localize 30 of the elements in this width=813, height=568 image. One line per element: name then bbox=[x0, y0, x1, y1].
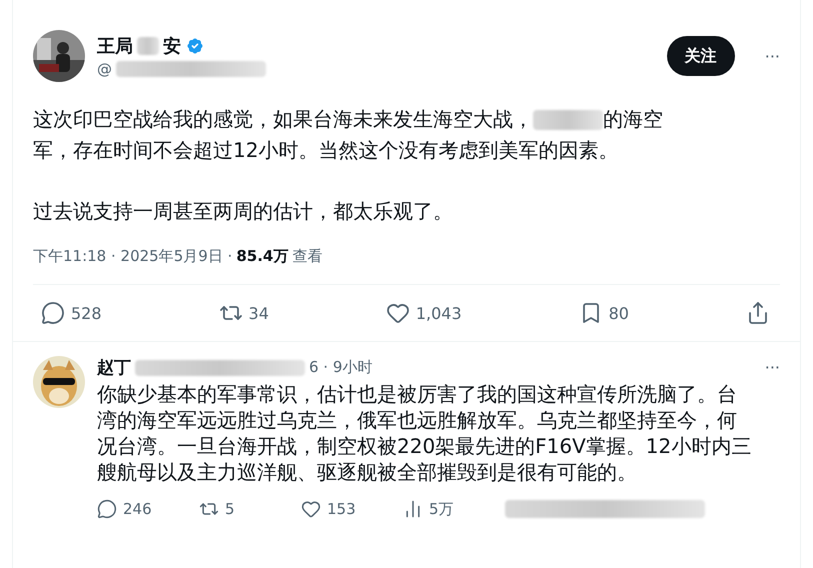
like-button[interactable]: 153 bbox=[301, 499, 356, 519]
post-text: 军，存在时间不会超过12小时。当然这个没有考虑到美军的因素。 bbox=[33, 137, 620, 164]
heart-icon bbox=[386, 301, 410, 325]
comment-icon bbox=[97, 499, 117, 519]
reply-button[interactable]: 246 bbox=[97, 499, 152, 519]
like-button[interactable]: 1,043 bbox=[386, 301, 462, 325]
view-count: 85.4万 bbox=[236, 247, 288, 266]
views-label: 查看 bbox=[292, 247, 322, 266]
reply-button[interactable]: 528 bbox=[41, 301, 102, 325]
bookmark-button[interactable]: 80 bbox=[578, 301, 629, 325]
views-button[interactable]: 5万 bbox=[403, 499, 454, 519]
post-time: 下午11:18 · 2025年5月9日 · bbox=[33, 247, 232, 266]
repost-button[interactable]: 5 bbox=[199, 499, 235, 519]
user-name: 王局 bbox=[97, 35, 133, 58]
post-text: 过去说支持一周甚至两周的估计，都太乐观了。 bbox=[33, 198, 454, 225]
user-name: 赵丁 bbox=[97, 357, 131, 379]
user-handle: @ bbox=[97, 60, 112, 78]
comment-icon bbox=[41, 301, 65, 325]
reply-text: 你缺少基本的军事常识，估计也是被厉害了我的国这种宣传所洗脑了。台湾的海空军远远胜过乌克兰，俄军也远胜解放军。乌克兰都坚持至今，何况台湾。一旦台海开战，制空权被220架最先进的F16V掌握。12小时内三艘航母以及主力巡洋舰、驱逐舰被全部摧毁到是很有可能的。 bbox=[97, 381, 752, 485]
repost-button[interactable]: 34 bbox=[218, 301, 269, 325]
user-name-tail: 安 bbox=[163, 35, 181, 58]
reply-time: 6 · 9小时 bbox=[309, 358, 372, 377]
more-icon[interactable]: ··· bbox=[764, 358, 780, 377]
follow-button[interactable]: 关注 bbox=[666, 36, 735, 76]
blurred-patch bbox=[533, 110, 603, 130]
post-text: 这次印巴空战给我的感觉，如果台海未来发生海空大战， bbox=[33, 106, 533, 133]
heart-icon bbox=[301, 499, 321, 519]
post-text: 的海空 bbox=[603, 106, 663, 133]
more-icon[interactable]: ··· bbox=[764, 46, 780, 66]
blurred-patch bbox=[137, 37, 159, 55]
